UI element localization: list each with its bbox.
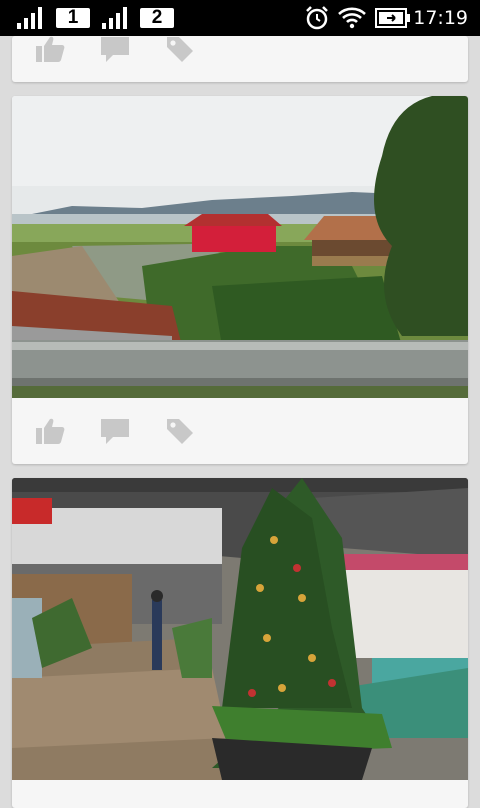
like-icon[interactable]	[34, 416, 66, 446]
sim1-badge: 1	[56, 8, 90, 28]
post-actions-bar	[12, 398, 468, 464]
comment-icon[interactable]	[99, 36, 131, 64]
lake-floating-houses-photo[interactable]	[12, 96, 468, 398]
christmas-tree-porch-photo[interactable]	[12, 478, 468, 780]
signal-icon	[17, 7, 42, 29]
tag-icon[interactable]	[164, 416, 196, 446]
status-bar: 1 2 17:19	[0, 0, 480, 36]
status-time: 17:19	[413, 7, 468, 29]
feed-post-card	[12, 478, 468, 808]
tag-icon[interactable]	[164, 36, 196, 64]
post-actions-bar	[12, 36, 468, 82]
comment-icon[interactable]	[99, 416, 131, 446]
sim2-badge: 2	[140, 8, 174, 28]
like-icon[interactable]	[34, 36, 66, 64]
battery-charging-icon	[375, 8, 410, 28]
feed-post-card	[12, 96, 468, 464]
feed-post-card	[12, 36, 468, 82]
alarm-clock-icon	[306, 6, 328, 30]
wifi-icon	[338, 7, 366, 29]
signal-icon	[102, 7, 127, 29]
